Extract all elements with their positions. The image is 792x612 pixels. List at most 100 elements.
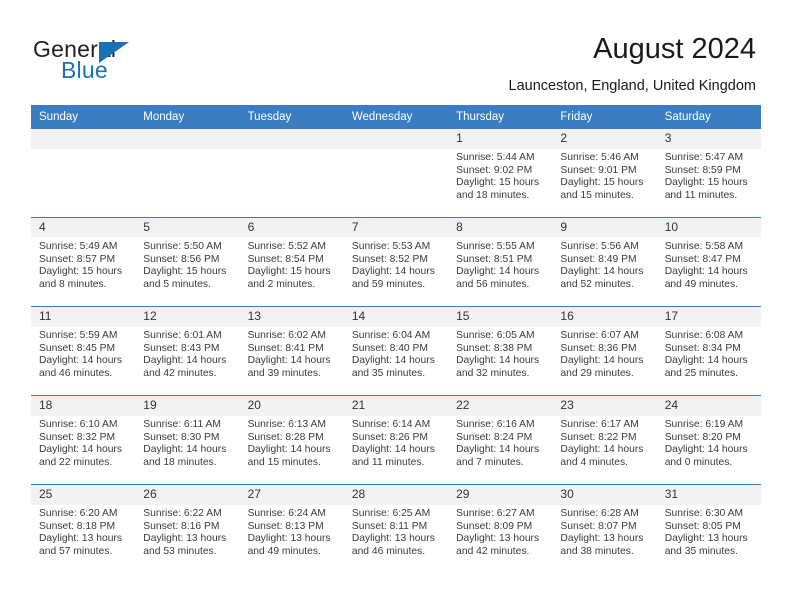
day-number: 29 — [448, 485, 553, 505]
sunrise-time: Sunrise: 6:04 AM — [351, 330, 431, 341]
calendar-day-cell[interactable]: 21 Sunrise: 6:14 AM Sunset: 8:26 PM Dayligh… — [343, 395, 449, 485]
day-cell-inner: 7 Sunrise: 5:53 AM Sunset: 8:52 PM Daylight… — [343, 218, 449, 306]
day-details: Sunrise: 6:20 AM Sunset: 8:18 PM Daylight:… — [31, 505, 135, 559]
calendar-day-cell[interactable]: 12 Sunrise: 6:01 AM Sunset: 8:43 PM Dayligh… — [135, 306, 240, 396]
day-number: 4 — [31, 218, 136, 238]
day-details: Sunrise: 6:17 AM Sunset: 8:22 PM Daylight:… — [552, 416, 656, 470]
daylight-duration-line2: and 39 minutes. — [247, 368, 321, 380]
sunrise-time: Sunrise: 6:08 AM — [664, 330, 744, 341]
daylight-duration-line1: Daylight: 13 hours — [456, 533, 540, 545]
calendar-day-cell[interactable]: 10 Sunrise: 5:58 AM Sunset: 8:47 PM Dayligh… — [656, 217, 761, 307]
day-details: Sunrise: 6:04 AM Sunset: 8:40 PM Daylight:… — [344, 327, 448, 381]
daylight-duration-line1: Daylight: 14 hours — [247, 444, 331, 456]
calendar-day-cell-empty — [31, 128, 136, 218]
page-title: August 2024 — [593, 33, 756, 65]
day-details: Sunrise: 6:28 AM Sunset: 8:07 PM Daylight:… — [552, 505, 656, 559]
page-header: General Blue August 2024 Launceston, Eng… — [0, 0, 792, 104]
day-number: 27 — [239, 485, 344, 505]
day-cell-inner: 20 Sunrise: 6:13 AM Sunset: 8:28 PM Dayligh… — [239, 396, 344, 484]
day-number: 13 — [239, 307, 344, 327]
day-details — [240, 149, 344, 152]
daylight-duration-line2: and 18 minutes. — [456, 190, 530, 202]
sunrise-time: Sunrise: 5:58 AM — [664, 241, 744, 252]
day-details: Sunrise: 5:59 AM Sunset: 8:45 PM Daylight:… — [31, 327, 135, 381]
daylight-duration-line2: and 29 minutes. — [560, 368, 634, 380]
calendar-day-cell[interactable]: 30 Sunrise: 6:28 AM Sunset: 8:07 PM Dayligh… — [552, 484, 657, 573]
calendar-day-cell[interactable]: 5 Sunrise: 5:50 AM Sunset: 8:56 PM Daylight… — [135, 217, 240, 307]
day-details: Sunrise: 5:56 AM Sunset: 8:49 PM Daylight:… — [552, 238, 656, 292]
calendar-day-cell[interactable]: 29 Sunrise: 6:27 AM Sunset: 8:09 PM Dayligh… — [448, 484, 553, 573]
calendar-day-cell[interactable]: 19 Sunrise: 6:11 AM Sunset: 8:30 PM Dayligh… — [135, 395, 240, 485]
day-cell-inner: 21 Sunrise: 6:14 AM Sunset: 8:26 PM Dayligh… — [343, 396, 449, 484]
calendar-day-cell[interactable]: 27 Sunrise: 6:24 AM Sunset: 8:13 PM Dayligh… — [239, 484, 344, 573]
day-cell-inner: 26 Sunrise: 6:22 AM Sunset: 8:16 PM Dayligh… — [135, 485, 240, 573]
day-details — [344, 149, 448, 152]
daylight-duration-line2: and 59 minutes. — [351, 279, 426, 291]
daylight-duration-line2: and 8 minutes. — [39, 279, 107, 291]
daylight-duration-line1: Daylight: 14 hours — [143, 444, 227, 456]
calendar-day-cell[interactable]: 25 Sunrise: 6:20 AM Sunset: 8:18 PM Dayligh… — [31, 484, 136, 573]
calendar-day-cell[interactable]: 14 Sunrise: 6:04 AM Sunset: 8:40 PM Dayligh… — [343, 306, 449, 396]
daylight-duration-line2: and 15 minutes. — [247, 457, 321, 469]
daylight-duration-line2: and 42 minutes. — [456, 546, 530, 558]
weekday-header-wednesday: Wednesday — [343, 105, 449, 129]
day-details: Sunrise: 6:24 AM Sunset: 8:13 PM Daylight:… — [240, 505, 344, 559]
day-cell-inner: 14 Sunrise: 6:04 AM Sunset: 8:40 PM Dayligh… — [343, 307, 449, 395]
calendar-day-cell[interactable]: 1 Sunrise: 5:44 AM Sunset: 9:02 PM Daylight… — [448, 128, 553, 218]
calendar-day-cell[interactable]: 26 Sunrise: 6:22 AM Sunset: 8:16 PM Dayligh… — [135, 484, 240, 573]
sunset-time: Sunset: 8:49 PM — [560, 253, 637, 265]
calendar-day-cell[interactable]: 4 Sunrise: 5:49 AM Sunset: 8:57 PM Daylight… — [31, 217, 136, 307]
day-details: Sunrise: 6:02 AM Sunset: 8:41 PM Daylight:… — [240, 327, 344, 381]
day-number: 8 — [448, 218, 553, 238]
calendar-day-cell[interactable]: 2 Sunrise: 5:46 AM Sunset: 9:01 PM Daylight… — [552, 128, 657, 218]
calendar-day-cell[interactable]: 31 Sunrise: 6:30 AM Sunset: 8:05 PM Dayligh… — [656, 484, 761, 573]
daylight-duration-line1: Daylight: 13 hours — [143, 533, 227, 545]
sunrise-time: Sunrise: 5:55 AM — [456, 241, 535, 252]
calendar-day-cell[interactable]: 7 Sunrise: 5:53 AM Sunset: 8:52 PM Daylight… — [343, 217, 449, 307]
daylight-duration-line1: Daylight: 14 hours — [664, 266, 748, 278]
sunset-time: Sunset: 9:02 PM — [456, 164, 533, 176]
daylight-duration-line1: Daylight: 13 hours — [664, 533, 748, 545]
calendar-day-cell[interactable]: 28 Sunrise: 6:25 AM Sunset: 8:11 PM Dayligh… — [343, 484, 449, 573]
daylight-duration-line1: Daylight: 14 hours — [456, 266, 540, 278]
day-number: 20 — [239, 396, 344, 416]
calendar-day-cell[interactable]: 9 Sunrise: 5:56 AM Sunset: 8:49 PM Daylight… — [552, 217, 657, 307]
day-number: 16 — [552, 307, 657, 327]
daylight-duration-line1: Daylight: 14 hours — [560, 444, 644, 456]
calendar-day-cell[interactable]: 22 Sunrise: 6:16 AM Sunset: 8:24 PM Dayligh… — [448, 395, 553, 485]
calendar-week-row: 1 Sunrise: 5:44 AM Sunset: 9:02 PM Daylight… — [31, 128, 761, 218]
calendar-day-cell[interactable]: 24 Sunrise: 6:19 AM Sunset: 8:20 PM Dayligh… — [656, 395, 761, 485]
daylight-duration-line2: and 15 minutes. — [560, 190, 634, 202]
daylight-duration-line2: and 42 minutes. — [143, 368, 217, 380]
day-details: Sunrise: 6:19 AM Sunset: 8:20 PM Daylight:… — [657, 416, 761, 470]
day-cell-inner: 10 Sunrise: 5:58 AM Sunset: 8:47 PM Dayligh… — [656, 218, 761, 306]
calendar-day-cell[interactable]: 18 Sunrise: 6:10 AM Sunset: 8:32 PM Dayligh… — [31, 395, 136, 485]
day-cell-inner: 2 Sunrise: 5:46 AM Sunset: 9:01 PM Daylight… — [552, 129, 657, 217]
day-details: Sunrise: 6:22 AM Sunset: 8:16 PM Daylight:… — [135, 505, 239, 559]
sunset-time: Sunset: 8:22 PM — [560, 431, 637, 443]
calendar-day-cell[interactable]: 16 Sunrise: 6:07 AM Sunset: 8:36 PM Dayligh… — [552, 306, 657, 396]
daylight-duration-line1: Daylight: 14 hours — [664, 355, 748, 367]
sunrise-time: Sunrise: 6:22 AM — [143, 508, 222, 519]
calendar-day-cell[interactable]: 17 Sunrise: 6:08 AM Sunset: 8:34 PM Dayligh… — [656, 306, 761, 396]
sunrise-time: Sunrise: 6:24 AM — [247, 508, 326, 519]
day-cell-inner: 8 Sunrise: 5:55 AM Sunset: 8:51 PM Daylight… — [448, 218, 553, 306]
sunrise-time: Sunrise: 5:53 AM — [351, 241, 431, 252]
calendar-day-cell[interactable]: 3 Sunrise: 5:47 AM Sunset: 8:59 PM Daylight… — [656, 128, 761, 218]
sunset-time: Sunset: 8:18 PM — [39, 520, 116, 532]
sunrise-time: Sunrise: 6:05 AM — [456, 330, 535, 341]
calendar-day-cell[interactable]: 15 Sunrise: 6:05 AM Sunset: 8:38 PM Dayligh… — [448, 306, 553, 396]
calendar-day-cell[interactable]: 23 Sunrise: 6:17 AM Sunset: 8:22 PM Dayligh… — [552, 395, 657, 485]
calendar-day-cell[interactable]: 13 Sunrise: 6:02 AM Sunset: 8:41 PM Dayligh… — [239, 306, 344, 396]
sunset-time: Sunset: 8:24 PM — [456, 431, 533, 443]
sunset-time: Sunset: 8:36 PM — [560, 342, 637, 354]
sunset-time: Sunset: 8:05 PM — [664, 520, 741, 532]
calendar-day-cell[interactable]: 20 Sunrise: 6:13 AM Sunset: 8:28 PM Dayligh… — [239, 395, 344, 485]
calendar-day-cell[interactable]: 6 Sunrise: 5:52 AM Sunset: 8:54 PM Daylight… — [239, 217, 344, 307]
calendar-day-cell[interactable]: 11 Sunrise: 5:59 AM Sunset: 8:45 PM Dayligh… — [31, 306, 136, 396]
sunrise-time: Sunrise: 6:19 AM — [664, 419, 744, 430]
sunrise-time: Sunrise: 5:49 AM — [39, 241, 118, 252]
calendar-page: General Blue August 2024 Launceston, Eng… — [0, 0, 792, 612]
calendar-day-cell[interactable]: 8 Sunrise: 5:55 AM Sunset: 8:51 PM Daylight… — [448, 217, 553, 307]
daylight-duration-line1: Daylight: 14 hours — [664, 444, 748, 456]
